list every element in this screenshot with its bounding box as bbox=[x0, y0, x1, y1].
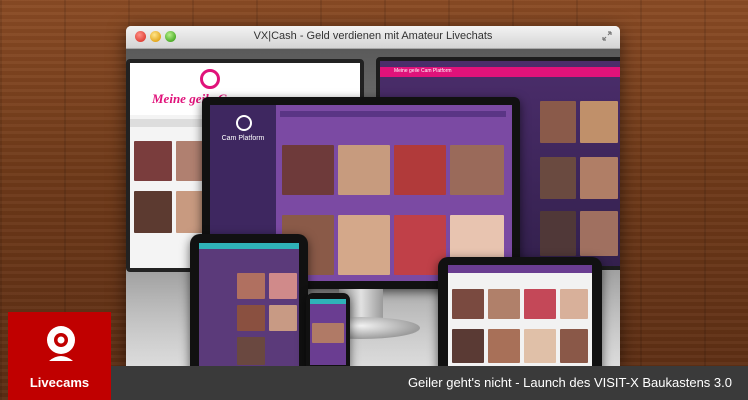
caption-text: Geiler geht's nicht - Launch des VISIT-X… bbox=[407, 375, 732, 390]
thumbnail bbox=[237, 273, 265, 299]
livecams-label: Livecams bbox=[29, 375, 90, 390]
thumbnail bbox=[560, 329, 588, 363]
thumbnail bbox=[540, 211, 576, 256]
thumbnail bbox=[134, 141, 172, 181]
right-screen-heading: Meine geile Cam Platform bbox=[394, 68, 452, 74]
tablet-left bbox=[190, 234, 308, 366]
thumbnail bbox=[269, 305, 297, 331]
thumbnail bbox=[540, 101, 576, 143]
tablet-right bbox=[438, 257, 602, 366]
thumbnail bbox=[452, 329, 484, 363]
tablet-left-screen bbox=[199, 243, 299, 366]
fullscreen-icon[interactable] bbox=[602, 31, 612, 41]
close-button[interactable] bbox=[135, 31, 146, 42]
thumbnail bbox=[282, 145, 334, 195]
zoom-button[interactable] bbox=[165, 31, 176, 42]
window-title: VX|Cash - Geld verdienen mit Amateur Liv… bbox=[253, 30, 493, 42]
showcase-image: Meine geile C Meine geile Cam Platform C… bbox=[126, 49, 620, 366]
desktop-brand: Cam Platform bbox=[221, 135, 265, 142]
caption-bar: Geiler geht's nicht - Launch des VISIT-X… bbox=[111, 366, 748, 400]
thumbnail bbox=[488, 329, 520, 363]
thumbnail bbox=[269, 273, 297, 299]
thumbnail bbox=[524, 289, 556, 319]
thumbnail bbox=[488, 289, 520, 319]
thumbnail bbox=[580, 157, 618, 199]
thumbnail bbox=[580, 211, 618, 256]
thumbnail bbox=[452, 289, 484, 319]
desktop-header-bar bbox=[280, 111, 506, 117]
thumbnail bbox=[540, 157, 576, 199]
thumbnail bbox=[524, 329, 556, 363]
thumbnail bbox=[338, 145, 390, 195]
smartphone-screen bbox=[310, 299, 346, 365]
thumbnail bbox=[560, 289, 588, 319]
thumbnail bbox=[450, 145, 504, 195]
thumbnail bbox=[134, 191, 172, 233]
window-titlebar: VX|Cash - Geld verdienen mit Amateur Liv… bbox=[126, 26, 620, 49]
thumbnail bbox=[580, 101, 618, 143]
tablet-right-screen bbox=[448, 265, 592, 366]
thumbnail bbox=[312, 323, 344, 343]
smartphone-topbar bbox=[310, 299, 346, 304]
pink-cam-logo-icon bbox=[200, 69, 220, 89]
webcam-icon bbox=[47, 326, 75, 361]
tablet-left-topbar bbox=[199, 243, 299, 249]
thumbnail bbox=[237, 337, 265, 365]
desktop-logo-icon bbox=[236, 115, 252, 131]
livecams-category-badge[interactable]: Livecams bbox=[8, 312, 111, 400]
thumbnail bbox=[394, 145, 446, 195]
thumbnail bbox=[237, 305, 265, 331]
smartphone bbox=[306, 293, 350, 366]
browser-window: VX|Cash - Geld verdienen mit Amateur Liv… bbox=[126, 26, 620, 366]
thumbnail bbox=[338, 215, 390, 275]
minimize-button[interactable] bbox=[150, 31, 161, 42]
tablet-right-topbar bbox=[448, 265, 592, 273]
